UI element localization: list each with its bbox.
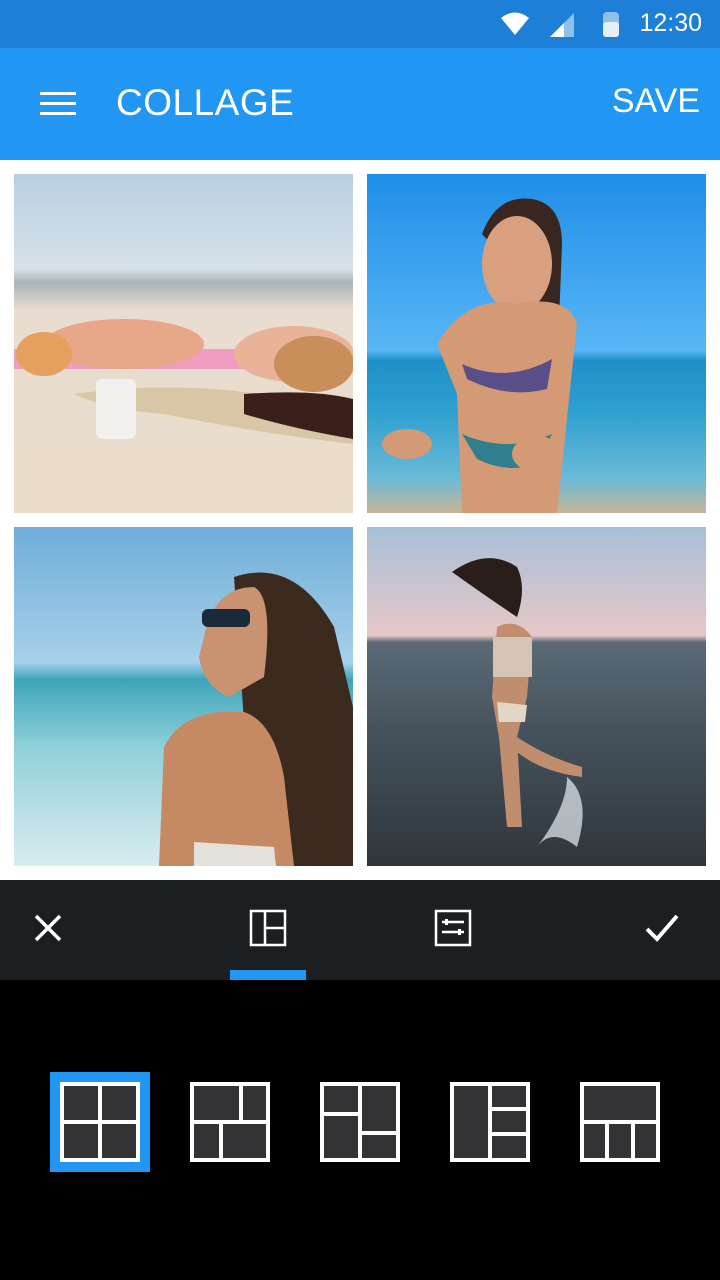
app-title: COLLAGE [116,82,295,123]
check-icon [644,913,680,948]
app-bar: COLLAGE SAVE [0,48,720,160]
confirm-button[interactable] [624,880,700,980]
layout-option-grid-2x2[interactable] [50,1072,150,1172]
active-tab-indicator [230,970,306,980]
battery-icon [602,10,620,43]
adjust-sliders-icon [434,909,472,952]
bottom-toolbar [0,880,720,980]
layout-option-left-tall[interactable] [440,1072,540,1172]
layout-option-offset-rows[interactable] [180,1072,280,1172]
layout-icon [249,909,287,952]
wifi-icon [500,11,530,42]
collage-photo-3[interactable] [14,527,353,866]
layout-offset-rows-icon [190,1082,270,1162]
layout-options-panel [0,980,720,1280]
layout-left-tall-icon [450,1082,530,1162]
adjust-tab[interactable] [415,880,491,980]
collage-photo-4[interactable] [367,527,706,866]
close-icon [32,912,64,949]
layout-grid-2x2-icon [60,1082,140,1162]
status-time: 12:30 [639,9,702,37]
hamburger-menu-icon[interactable] [28,78,86,130]
layout-option-top-wide[interactable] [570,1072,670,1172]
layout-tab[interactable] [230,880,306,980]
layout-top-wide-icon [580,1082,660,1162]
collage-canvas [0,160,720,880]
layout-option-staggered-columns[interactable] [310,1072,410,1172]
close-button[interactable] [10,880,86,980]
layout-staggered-columns-icon [320,1082,400,1162]
cellular-signal-icon [550,13,576,42]
collage-photo-2[interactable] [367,174,706,513]
collage-photo-1[interactable] [14,174,353,513]
save-button[interactable]: SAVE [612,82,700,121]
status-bar: 12:30 [0,0,720,48]
